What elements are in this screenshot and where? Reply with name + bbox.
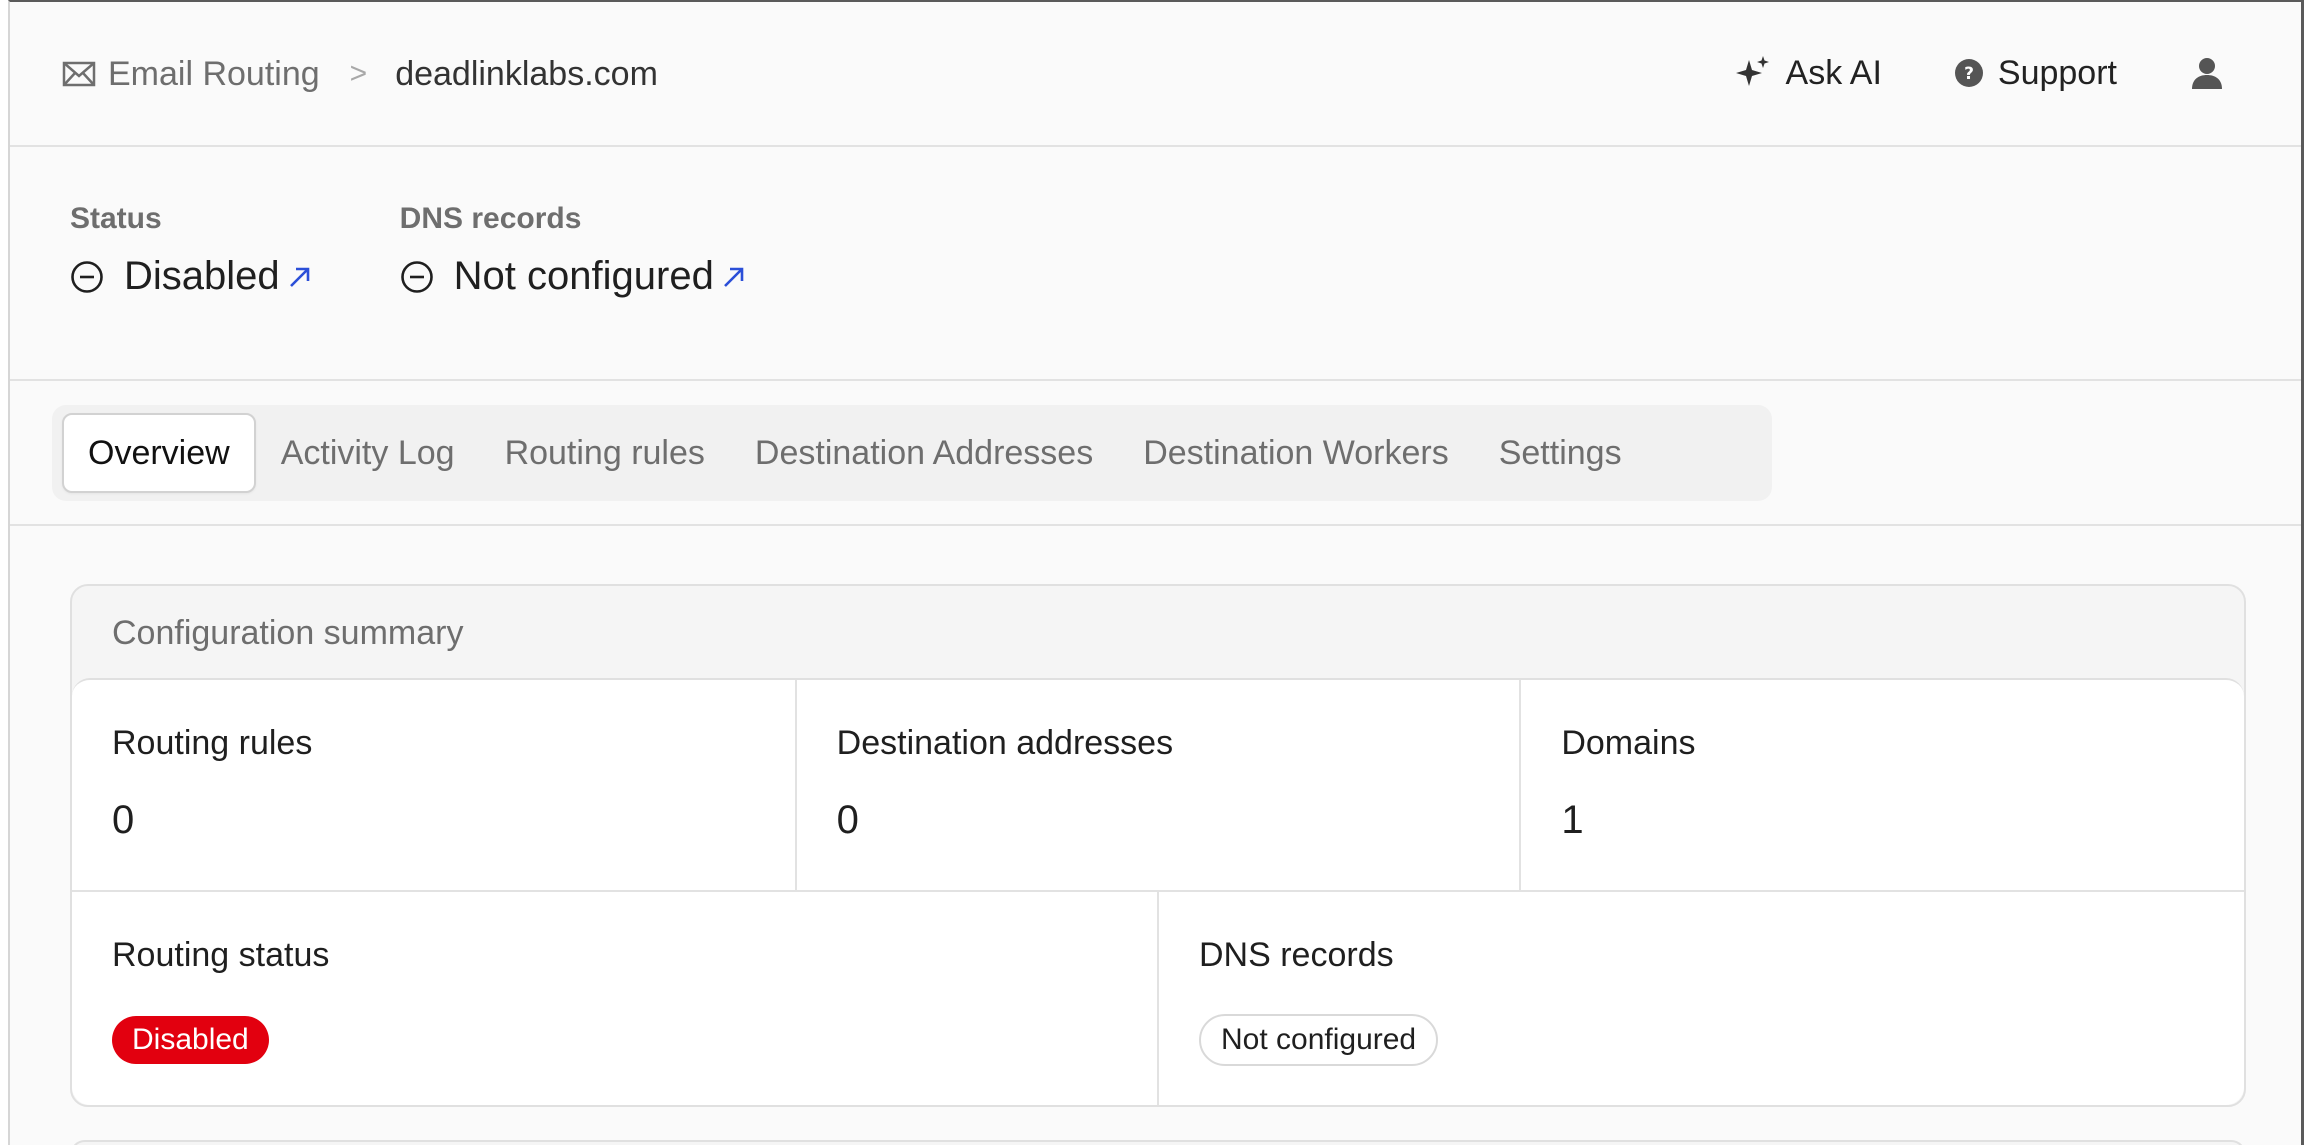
user-menu-button[interactable]: [2189, 55, 2239, 91]
status-value: Disabled: [124, 254, 280, 298]
tab-routing-rules[interactable]: Routing rules: [480, 413, 730, 493]
status-badge: Not configured: [1199, 1014, 1439, 1066]
tab-bar: Overview Activity Log Routing rules Dest…: [52, 405, 1772, 501]
app-frame: Email Routing > deadlinklabs.com Ask AI …: [8, 0, 2304, 1145]
dns-records-summary-label: DNS records: [1199, 936, 1394, 974]
tab-activity-log[interactable]: Activity Log: [256, 413, 480, 493]
summary-row: Routing status Disabled DNS records Not …: [72, 892, 2244, 1105]
configuration-summary-card: Configuration summary Routing rules 0 De…: [70, 584, 2246, 1107]
chevron-right-icon: >: [349, 57, 368, 90]
support-button[interactable]: ? Support: [1954, 54, 2117, 93]
routing-rules-cell: Routing rules 0: [72, 680, 797, 890]
divider: [10, 524, 2301, 526]
ask-ai-button[interactable]: Ask AI: [1734, 54, 1882, 93]
minus-circle-icon: [71, 260, 103, 293]
dns-records-column: DNS records Not configured: [400, 202, 748, 299]
ask-ai-label: Ask AI: [1785, 53, 1882, 92]
domains-label: Domains: [1561, 724, 1696, 762]
destination-addresses-cell: Destination addresses 0: [797, 680, 1522, 890]
tab-overview[interactable]: Overview: [62, 413, 256, 493]
next-card-edge: [70, 1140, 2246, 1145]
routing-status-cell: Routing status Disabled: [72, 892, 1159, 1105]
summary-row: Routing rules 0 Destination addresses 0 …: [72, 680, 2244, 892]
external-link-icon: [289, 267, 309, 287]
destination-addresses-count: 0: [836, 798, 859, 842]
breadcrumb: Email Routing > deadlinklabs.com: [62, 52, 658, 96]
domains-count: 1: [1561, 798, 1584, 842]
envelope-icon: [62, 61, 96, 87]
tab-settings[interactable]: Settings: [1474, 413, 1647, 493]
header-actions: Ask AI ? Support: [1734, 48, 2239, 98]
breadcrumb-email-routing[interactable]: Email Routing: [108, 55, 320, 94]
domains-cell: Domains 1: [1521, 680, 2244, 890]
external-link-icon: [723, 267, 744, 287]
destination-addresses-label: Destination addresses: [836, 724, 1174, 762]
support-label: Support: [1997, 53, 2117, 92]
breadcrumb-domain: deadlinklabs.com: [395, 54, 658, 93]
top-header: Email Routing > deadlinklabs.com Ask AI …: [10, 2, 2301, 147]
tab-destination-workers[interactable]: Destination Workers: [1118, 413, 1474, 493]
dns-records-cell: DNS records Not configured: [1159, 892, 2244, 1105]
tab-destination-addresses[interactable]: Destination Addresses: [730, 413, 1118, 493]
dns-records-label: DNS records: [399, 202, 582, 235]
card-title: Configuration summary: [112, 614, 464, 652]
dns-records-value-link[interactable]: Not configured: [400, 254, 748, 299]
help-circle-icon: ?: [1954, 59, 1983, 87]
status-block: Status Disabled DNS records Not configur…: [70, 202, 834, 299]
status-label: Status: [70, 202, 162, 235]
status-column: Status Disabled: [70, 202, 314, 299]
user-icon: [2192, 58, 2222, 89]
minus-circle-icon: [400, 260, 433, 293]
divider: [10, 379, 2301, 381]
status-badge: Disabled: [112, 1016, 269, 1064]
routing-rules-label: Routing rules: [112, 724, 313, 762]
routing-rules-count: 0: [112, 798, 135, 842]
routing-status-label: Routing status: [112, 936, 330, 974]
svg-text:?: ?: [1964, 64, 1974, 84]
dns-records-value: Not configured: [453, 254, 714, 298]
card-body: Routing rules 0 Destination addresses 0 …: [72, 678, 2244, 1105]
sparkle-icon: [1735, 56, 1769, 86]
status-value-link[interactable]: Disabled: [70, 254, 314, 299]
